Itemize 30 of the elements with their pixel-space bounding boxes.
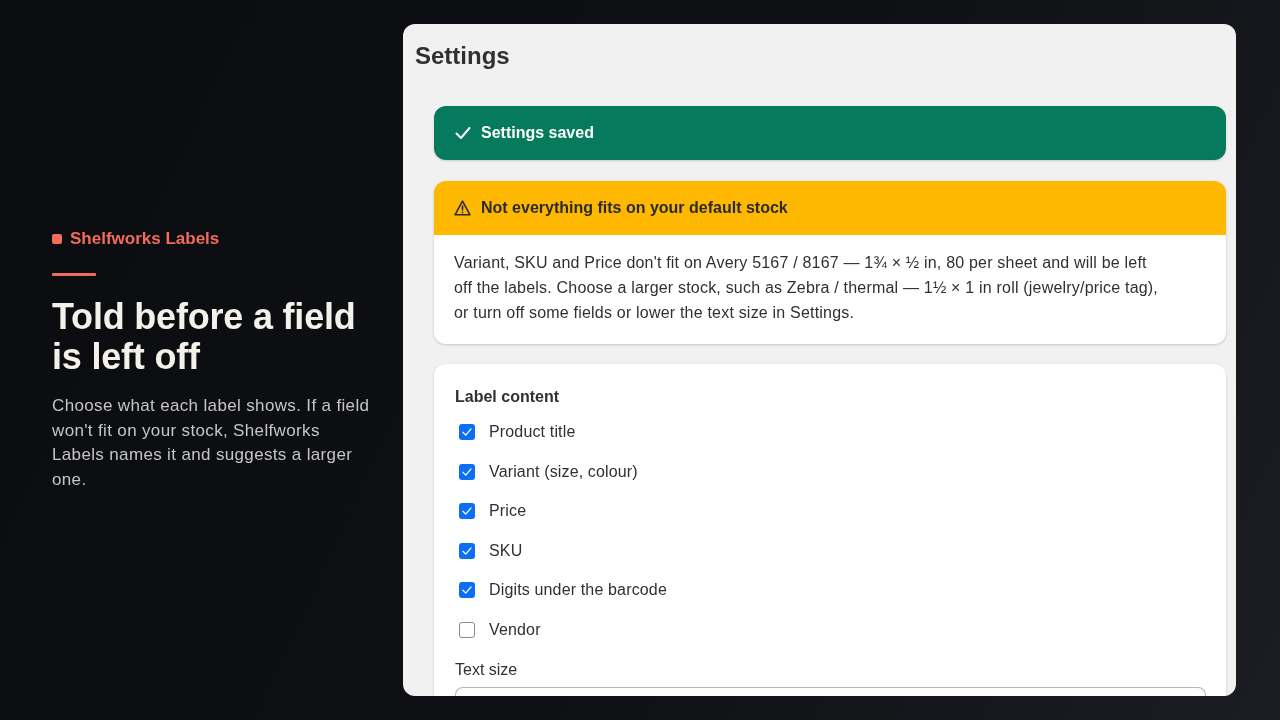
checkbox[interactable] (459, 621, 475, 638)
checkbox-label: Vendor (489, 619, 541, 640)
check-icon (462, 545, 472, 556)
checkbox[interactable] (459, 542, 475, 559)
hero-title: Told before a field is left off (52, 297, 357, 377)
checkbox[interactable] (459, 582, 475, 599)
checkbox-label: Digits under the barcode (489, 580, 667, 601)
checkbox[interactable] (459, 424, 475, 440)
brand-mark-icon (52, 234, 62, 244)
check-icon (462, 427, 472, 437)
check-icon (455, 125, 471, 141)
checkbox-label: SKU (489, 540, 523, 561)
checkbox-label: Price (489, 501, 527, 522)
field-label: Text size (455, 659, 518, 680)
check-icon (462, 506, 472, 517)
section-heading: Label content (455, 387, 559, 407)
check-icon (462, 466, 472, 477)
check-icon (462, 585, 472, 596)
checkbox-label: Product title (489, 422, 576, 442)
settings-title: Settings (414, 41, 511, 71)
checkbox[interactable] (459, 463, 475, 480)
select-field[interactable] (455, 686, 1206, 696)
checkbox-label: Variant (size, colour) (489, 461, 638, 482)
warning-title: Not everything fits on your default stock (481, 199, 788, 217)
warning-icon (454, 200, 471, 216)
brand-name: Shelfworks Labels (70, 228, 220, 250)
checkbox[interactable] (459, 503, 475, 520)
hero-description: Choose what each label shows. If a field won't fit on your stock, Shelfworks Labels names it and suggests a larger one. (52, 395, 371, 491)
banner-message: Settings saved (481, 124, 594, 142)
warning-message: Variant, SKU and Price don't fit on Avery 5167 / 8167 — 1¾ × ½ in, 80 per sheet and will be left off the labels. Choose a larger stock, such as Zebra / thermal — 1½ × 1 in roll (jewelry/price tag), or turn off some fields or lower the text size in Settings. (453, 253, 1159, 323)
